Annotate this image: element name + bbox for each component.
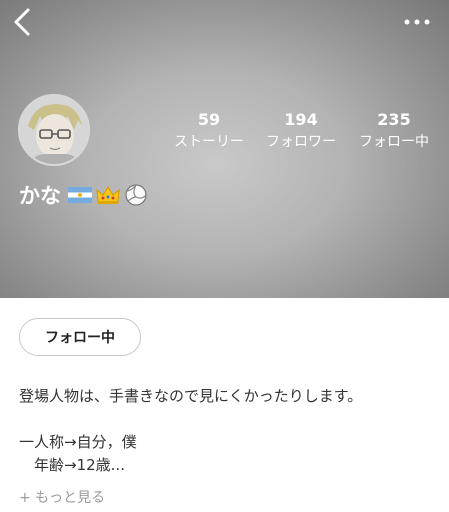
bio-line-2: 一人称→自分，僕: [19, 433, 137, 451]
following-button[interactable]: フォロー中: [19, 318, 141, 356]
avatar-image: [20, 96, 88, 164]
followers-count: 194: [284, 110, 318, 129]
stat-stories[interactable]: 59 ストーリー: [172, 110, 246, 153]
back-button[interactable]: [8, 6, 36, 38]
following-count: 235: [377, 110, 411, 129]
profile-header: 59 ストーリー 194 フォロワー 235 フォロー中 かな: [0, 0, 449, 298]
profile-name: かな: [19, 184, 61, 208]
chevron-left-icon: [14, 8, 30, 36]
stat-following[interactable]: 235 フォロー中: [356, 110, 432, 153]
bio-line-3: 年齢→12歳...: [19, 456, 125, 474]
followers-label: フォロワー: [266, 134, 336, 150]
more-options-button[interactable]: [403, 12, 431, 32]
more-horizontal-icon: [404, 19, 430, 25]
stat-followers[interactable]: 194 フォロワー: [263, 110, 339, 153]
following-label: フォロー中: [359, 134, 429, 150]
argentina-flag-emoji: [68, 187, 92, 203]
stories-label: ストーリー: [174, 134, 244, 150]
volleyball-emoji: [125, 184, 147, 206]
profile-name-row: かな: [19, 180, 149, 210]
bio-line-1: 登場人物は、手書きなので見にくかったりします。: [19, 387, 363, 405]
avatar[interactable]: [18, 94, 90, 166]
crown-emoji: [96, 186, 120, 204]
show-more-link[interactable]: + もっと見る: [19, 487, 105, 507]
stories-count: 59: [197, 110, 221, 129]
